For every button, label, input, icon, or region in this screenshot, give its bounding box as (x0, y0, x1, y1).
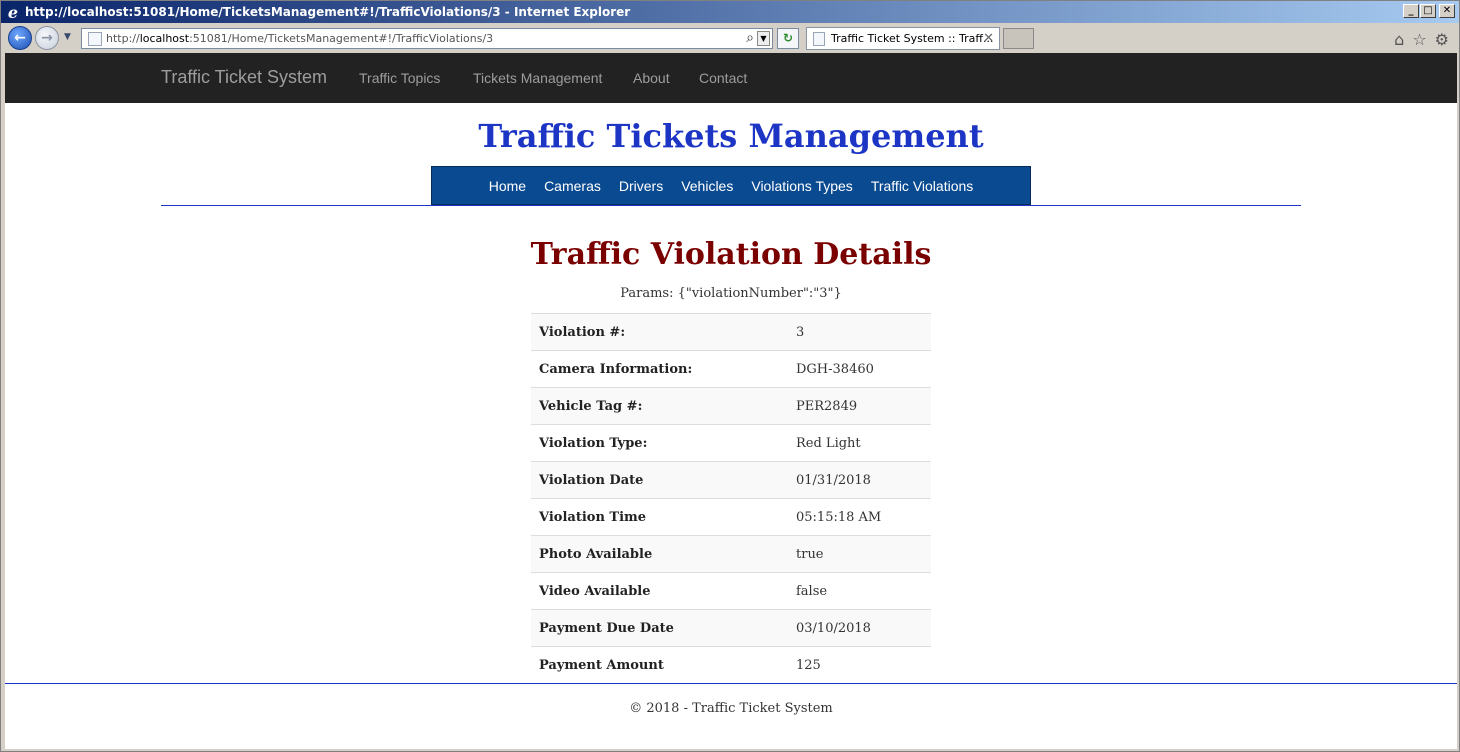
browser-toolbar: ← → ▼ http://localhost:51081/Home/Ticket… (1, 23, 1459, 53)
row-value: Red Light (796, 435, 861, 451)
site-navbar: Traffic Ticket System Traffic Topics Tic… (5, 53, 1457, 103)
tab-close-icon[interactable]: ✕ (983, 31, 994, 46)
close-button[interactable]: ✕ (1439, 4, 1455, 18)
refresh-icon[interactable]: ↻ (777, 28, 799, 49)
subnav-violation-types[interactable]: Violations Types (751, 178, 852, 194)
row-label: Violation Time (539, 509, 647, 525)
row-label: Photo Available (539, 546, 653, 562)
table-row: Violation Time 05:15:18 AM (531, 498, 931, 536)
nav-tickets-management[interactable]: Tickets Management (473, 70, 602, 86)
row-value: 01/31/2018 (796, 472, 871, 488)
table-row: Payment Amount 125 (531, 646, 931, 684)
maximize-button[interactable]: □ (1420, 4, 1436, 18)
row-label: Vehicle Tag #: (539, 398, 643, 414)
search-icon[interactable]: ⌕ (746, 30, 754, 46)
history-dropdown-icon[interactable]: ▼ (64, 32, 71, 42)
table-row: Camera Information: DGH-38460 (531, 350, 931, 388)
subnav-cameras[interactable]: Cameras (544, 178, 601, 194)
title-bar: e http://localhost:51081/Home/TicketsMan… (1, 1, 1459, 23)
row-label: Payment Due Date (539, 620, 674, 636)
row-label: Violation #: (539, 324, 626, 340)
nav-traffic-topics[interactable]: Traffic Topics (359, 70, 440, 86)
browser-tab[interactable]: Traffic Ticket System :: Traff... ✕ (806, 27, 1000, 50)
ie-logo-icon: e (7, 2, 19, 22)
footer-text: © 2018 - Traffic Ticket System (629, 701, 833, 716)
subnav-vehicles[interactable]: Vehicles (681, 178, 733, 194)
new-tab-button[interactable] (1003, 28, 1034, 49)
forward-icon[interactable]: → (35, 26, 59, 50)
row-value: 05:15:18 AM (796, 509, 882, 525)
row-label: Payment Amount (539, 657, 664, 673)
details-title: Traffic Violation Details (530, 237, 932, 272)
page-icon (88, 31, 102, 46)
violation-details-table: Violation #: 3 Camera Information: DGH-384… (531, 313, 931, 684)
table-row: Video Available false (531, 572, 931, 610)
site-brand[interactable]: Traffic Ticket System (161, 67, 327, 88)
address-dropdown-icon[interactable]: ▼ (757, 31, 770, 46)
subnav-traffic-violations[interactable]: Traffic Violations (871, 178, 973, 194)
row-label: Camera Information: (539, 361, 693, 377)
row-value: PER2849 (796, 398, 858, 414)
table-row: Violation #: 3 (531, 313, 931, 351)
browser-tools: ⌂ ☆ ⚙ (1394, 30, 1449, 49)
table-row: Photo Available true (531, 535, 931, 573)
footer-divider (5, 683, 1457, 684)
minimize-button[interactable]: _ (1403, 4, 1419, 18)
page-viewport: Traffic Ticket System Traffic Topics Tic… (5, 53, 1457, 749)
settings-icon[interactable]: ⚙ (1435, 30, 1449, 49)
browser-window: e http://localhost:51081/Home/TicketsMan… (0, 0, 1460, 752)
table-row: Violation Type: Red Light (531, 424, 931, 462)
row-label: Violation Type: (539, 435, 648, 451)
header-divider (161, 205, 1301, 206)
table-row: Payment Due Date 03/10/2018 (531, 609, 931, 647)
row-value: DGH-38460 (796, 361, 874, 377)
nav-about[interactable]: About (633, 70, 670, 86)
back-icon[interactable]: ← (8, 26, 32, 50)
row-label: Violation Date (539, 472, 644, 488)
window-controls: _ □ ✕ (1402, 4, 1455, 18)
subnav-home[interactable]: Home (489, 178, 526, 194)
row-value: 125 (796, 657, 821, 673)
window-title: http://localhost:51081/Home/TicketsManag… (25, 5, 631, 19)
page-title: Traffic Tickets Management (478, 117, 984, 155)
row-value: 3 (796, 324, 805, 340)
route-params: Params: {"violationNumber":"3"} (620, 286, 842, 301)
row-label: Video Available (539, 583, 651, 599)
table-row: Violation Date 01/31/2018 (531, 461, 931, 499)
table-row: Vehicle Tag #: PER2849 (531, 387, 931, 425)
url-text[interactable]: http://localhost:51081/Home/TicketsManag… (106, 32, 493, 45)
subnav-drivers[interactable]: Drivers (619, 178, 663, 194)
section-nav: Home Cameras Drivers Vehicles Violations… (431, 166, 1031, 205)
home-icon[interactable]: ⌂ (1394, 30, 1404, 49)
tab-title: Traffic Ticket System :: Traff... (831, 32, 994, 45)
address-bar[interactable]: http://localhost:51081/Home/TicketsManag… (81, 28, 773, 49)
nav-contact[interactable]: Contact (699, 70, 747, 86)
favorites-icon[interactable]: ☆ (1412, 30, 1426, 49)
row-value: 03/10/2018 (796, 620, 871, 636)
row-value: false (796, 583, 828, 599)
tab-page-icon (813, 31, 825, 46)
row-value: true (796, 546, 824, 562)
